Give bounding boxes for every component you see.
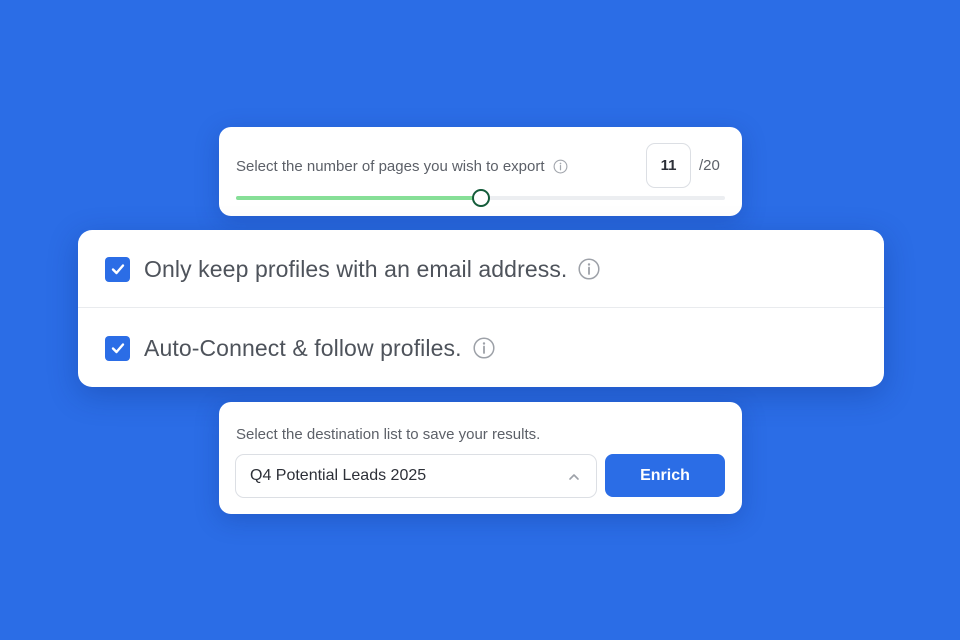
options-card: Only keep profiles with an email address… [78,230,884,387]
check-icon [111,264,124,275]
pages-slider-thumb[interactable] [471,189,490,207]
pages-slider[interactable] [236,189,725,207]
info-icon[interactable] [553,159,568,174]
info-icon[interactable] [578,258,600,280]
pages-slider-fill [236,196,481,200]
check-icon [111,343,124,354]
export-pages-card: Select the number of pages you wish to e… [219,127,742,216]
export-pages-label-row: Select the number of pages you wish to e… [236,158,568,175]
email-only-label: Only keep profiles with an email address… [144,255,568,282]
option-auto-connect[interactable]: Auto-Connect & follow profiles. [78,309,884,387]
option-email-only[interactable]: Only keep profiles with an email address… [78,230,884,308]
export-pages-label: Select the number of pages you wish to e… [236,158,545,175]
page-count-input[interactable]: 11 [646,143,691,188]
email-only-checkbox[interactable] [105,256,130,282]
auto-connect-checkbox[interactable] [105,335,130,361]
destination-selected-value: Q4 Potential Leads 2025 [250,467,427,484]
info-icon[interactable] [473,337,495,359]
destination-list-select[interactable]: Q4 Potential Leads 2025 [235,454,597,498]
destination-card: Select the destination list to save your… [219,402,742,514]
auto-connect-label: Auto-Connect & follow profiles. [144,334,462,361]
enrich-button[interactable]: Enrich [605,454,725,497]
options-divider [78,307,884,308]
destination-label: Select the destination list to save your… [236,426,541,443]
chevron-up-icon [569,474,579,480]
page-total-label: /20 [699,157,720,174]
